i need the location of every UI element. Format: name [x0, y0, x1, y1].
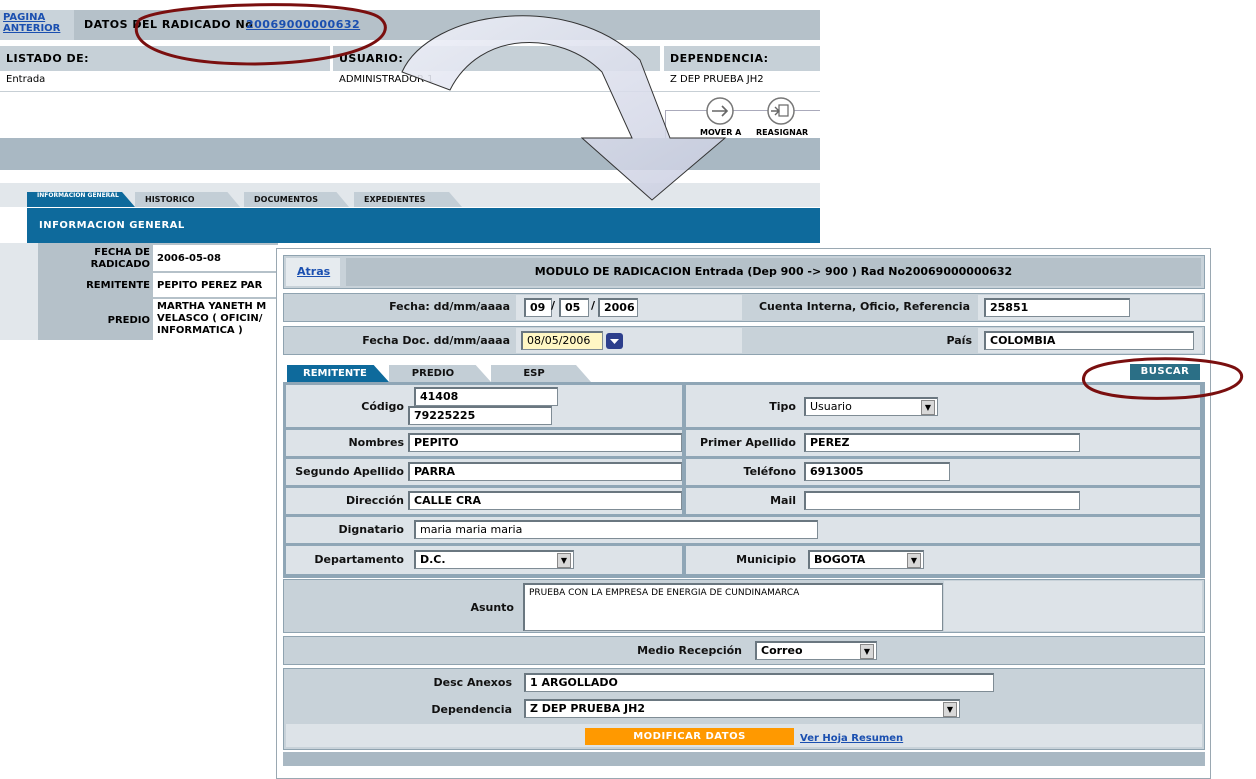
reasignar-button[interactable]: REASIGNAR	[756, 96, 812, 140]
chevron-down-icon: ▼	[943, 702, 957, 717]
fecha-doc-input[interactable]: 08/05/2006	[521, 331, 603, 350]
anexos-input[interactable]: 1 ARGOLLADO	[524, 673, 994, 692]
asunto-textarea[interactable]: PRUEBA CON LA EMPRESA DE ENERGIA DE CUND…	[523, 583, 943, 631]
annotation-arrow	[401, 15, 727, 201]
fecha-label: Fecha: dd/mm/aaaa	[389, 300, 510, 313]
atras-link[interactable]: Atras	[297, 265, 330, 278]
chevron-down-icon: ▼	[860, 644, 874, 659]
direccion-label: Dirección	[346, 494, 404, 507]
listado-value: Entrada	[6, 74, 46, 85]
bg-tab-documentos-label: DOCUMENTOS	[254, 195, 318, 204]
dignatario-input[interactable]: maria maria maria	[414, 520, 818, 539]
pais-label: País	[946, 334, 972, 347]
asunto-label: Asunto	[470, 601, 514, 614]
segundo-apellido-input[interactable]: PARRA	[408, 462, 682, 481]
medio-select-value: Correo	[761, 644, 803, 657]
municipio-label: Municipio	[736, 553, 796, 566]
cuenta-input[interactable]: 25851	[984, 298, 1130, 317]
codigo-input-2[interactable]: 79225225	[408, 406, 552, 425]
departamento-label: Departamento	[314, 553, 404, 566]
module-title: MODULO DE RADICACION Entrada (Dep 900 ->…	[346, 258, 1201, 286]
chevron-down-icon: ▼	[557, 553, 571, 568]
nombres-label: Nombres	[348, 436, 404, 449]
bg-tab-documentos[interactable]: DOCUMENTOS	[244, 192, 349, 207]
dependencia-label: Dependencia	[431, 703, 512, 716]
bg-tab-historico[interactable]: HISTORICO	[135, 192, 240, 207]
bg-predio-line2: VELASCO ( OFICIN/	[157, 313, 263, 324]
bg-predio-line3: INFORMATICA )	[157, 325, 243, 336]
bg-predio-value: MARTHA YANETH M VELASCO ( OFICIN/ INFORM…	[157, 301, 277, 337]
bg-fecha-value: 2006-05-08	[157, 253, 221, 264]
departamento-select-value: D.C.	[420, 553, 446, 566]
tipo-label: Tipo	[769, 400, 796, 413]
fecha-year-input[interactable]: 2006	[598, 298, 638, 317]
direccion-input[interactable]: CALLE CRA	[408, 491, 682, 510]
dependencia-select-value: Z DEP PRUEBA JH2	[530, 702, 646, 715]
ver-hoja-resumen-link[interactable]: Ver Hoja Resumen	[800, 733, 903, 744]
bg-fecha-label-line1: FECHA DE	[94, 247, 150, 258]
codigo-label: Código	[361, 400, 404, 413]
dignatario-label: Dignatario	[338, 523, 404, 536]
back-link-line1: PAGINA	[3, 12, 46, 23]
bg-section-title: INFORMACION GENERAL	[39, 220, 185, 231]
cuenta-label: Cuenta Interna, Oficio, Referencia	[758, 300, 970, 313]
fecha-separator-2: /	[591, 299, 596, 312]
dependencia-select[interactable]: Z DEP PRUEBA JH2 ▼	[524, 699, 960, 718]
fecha-doc-label: Fecha Doc. dd/mm/aaaa	[362, 334, 510, 347]
bg-tab-informacion[interactable]: INFORMACION GENERAL	[27, 192, 135, 207]
anexos-label: Desc Anexos	[433, 676, 513, 689]
chevron-down-icon	[610, 339, 619, 344]
mail-label: Mail	[770, 494, 796, 507]
chevron-down-icon: ▼	[921, 400, 935, 415]
codigo-input-1[interactable]: 41408	[414, 387, 558, 406]
municipio-select-value: BOGOTA	[814, 553, 866, 566]
tab-predio-label: PREDIO	[411, 368, 455, 379]
annotation-ellipse-buscar	[1082, 357, 1244, 400]
primer-apellido-input[interactable]: PEREZ	[804, 433, 1080, 452]
bg-predio-label: PREDIO	[107, 315, 150, 326]
primer-apellido-label: Primer Apellido	[699, 436, 796, 449]
segundo-apellido-label: Segundo Apellido	[295, 465, 404, 478]
reasignar-label: REASIGNAR	[756, 128, 809, 137]
bg-tab-historico-label: HISTORICO	[145, 195, 195, 204]
tab-remitente[interactable]: REMITENTE	[287, 365, 389, 382]
bg-fecha-label-line2: RADICADO	[90, 259, 150, 270]
bg-fecha-label: FECHA DE RADICADO	[40, 247, 150, 271]
calendar-button[interactable]	[606, 333, 623, 349]
back-link[interactable]: PAGINA ANTERIOR	[3, 12, 60, 34]
tipo-select-value: Usuario	[810, 400, 852, 413]
fecha-month-input[interactable]: 05	[559, 298, 589, 317]
pais-input[interactable]: COLOMBIA	[984, 331, 1194, 350]
tipo-select[interactable]: Usuario ▼	[804, 397, 938, 416]
telefono-label: Teléfono	[743, 465, 796, 478]
fecha-day-input[interactable]: 09	[524, 298, 552, 317]
tab-remitente-label: REMITENTE	[303, 368, 367, 379]
annotation-ellipse-radicado	[134, 3, 387, 66]
fecha-separator-1: /	[551, 299, 556, 312]
medio-label: Medio Recepción	[637, 644, 742, 657]
reassign-icon	[767, 97, 795, 125]
tab-esp-label: ESP	[523, 368, 545, 379]
back-link-line2: ANTERIOR	[3, 23, 61, 34]
municipio-select[interactable]: BOGOTA ▼	[808, 550, 924, 569]
modificar-datos-button[interactable]: MODIFICAR DATOS	[585, 728, 794, 745]
medio-select[interactable]: Correo ▼	[755, 641, 877, 660]
nombres-input[interactable]: PEPITO	[408, 433, 682, 452]
bg-tab-informacion-label: INFORMACION GENERAL	[37, 192, 119, 199]
mail-input[interactable]	[804, 491, 1080, 510]
departamento-select[interactable]: D.C. ▼	[414, 550, 574, 569]
chevron-down-icon: ▼	[907, 553, 921, 568]
tab-esp[interactable]: ESP	[491, 365, 591, 382]
tab-predio[interactable]: PREDIO	[389, 365, 491, 382]
bg-remitente-value: PEPITO PEREZ PAR	[157, 280, 263, 291]
bg-remitente-label: REMITENTE	[86, 280, 150, 291]
telefono-input[interactable]: 6913005	[804, 462, 950, 481]
bg-predio-line1: MARTHA YANETH M	[157, 301, 267, 312]
